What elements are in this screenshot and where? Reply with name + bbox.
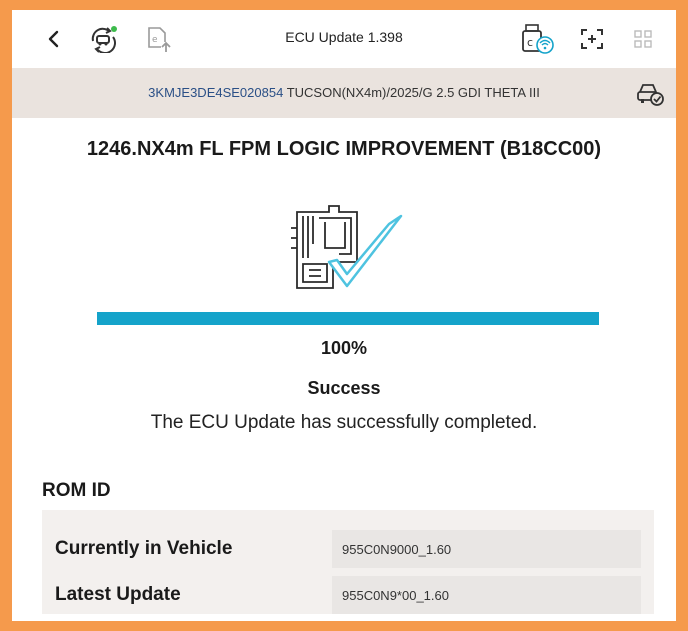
vehicle-status-icon[interactable] [636, 80, 664, 111]
rom-row-value: 955C0N9000_1.60 [332, 530, 641, 568]
app-window: e ECU Update 1.398 c 3KMJE3DE4SE020854 T… [12, 10, 676, 621]
svg-text:c: c [527, 36, 533, 49]
vci-wireless-icon[interactable]: c [520, 24, 554, 54]
vehicle-info-bar: 3KMJE3DE4SE020854 TUCSON(NX4m)/2025/G 2.… [12, 68, 676, 118]
status-title: Success [307, 378, 381, 398]
update-title: 1246.NX4m FL FPM LOGIC IMPROVEMENT (B18C… [86, 138, 602, 160]
vin-number: 3KMJE3DE4SE020854 [148, 85, 284, 100]
vehicle-description: TUCSON(NX4m)/2025/G 2.5 GDI THETA III [286, 85, 540, 100]
rom-row-current: Currently in Vehicle 955C0N9000_1.60 [42, 528, 654, 568]
grid-icon[interactable] [632, 24, 654, 54]
rom-id-heading: ROM ID [42, 480, 111, 501]
progress-bar [97, 312, 599, 325]
rom-row-label: Currently in Vehicle [55, 538, 233, 559]
progress-bar-fill [97, 312, 599, 325]
window-title: ECU Update 1.398 [285, 29, 403, 45]
rom-row-label: Latest Update [55, 584, 181, 605]
ecu-success-icon [289, 204, 405, 299]
fullscreen-icon[interactable] [578, 24, 606, 54]
rom-row-latest: Latest Update 955C0N9*00_1.60 [42, 574, 654, 614]
rom-row-value: 955C0N9*00_1.60 [332, 576, 641, 614]
progress-percent: 100% [320, 338, 368, 358]
rom-id-table: Currently in Vehicle 955C0N9000_1.60 Lat… [42, 510, 654, 614]
vehicle-info: 3KMJE3DE4SE020854 TUCSON(NX4m)/2025/G 2.… [12, 85, 676, 100]
top-toolbar: e ECU Update 1.398 c [12, 10, 676, 68]
status-message: The ECU Update has successfully complete… [150, 412, 538, 433]
